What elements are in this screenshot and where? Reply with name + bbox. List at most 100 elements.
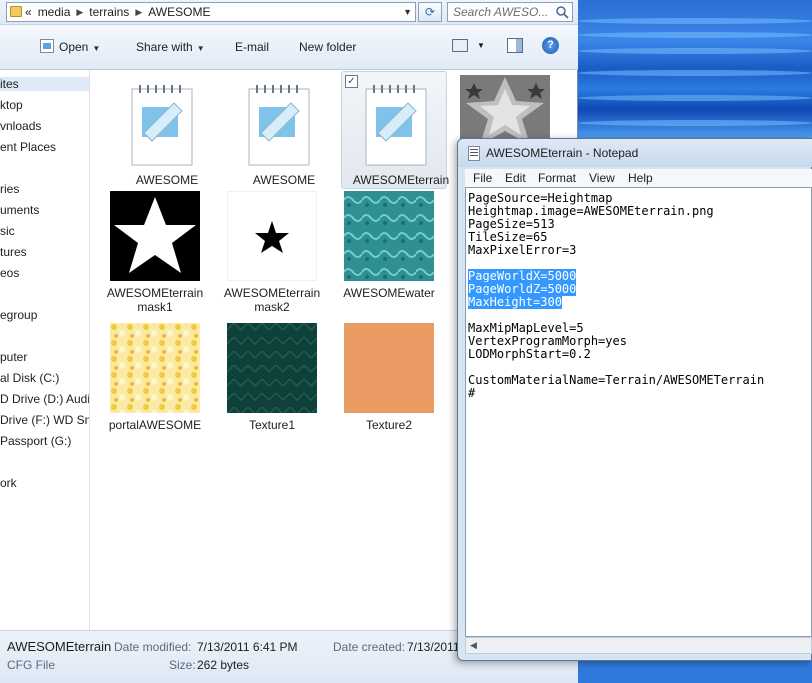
nav-item-drive-d[interactable]: D Drive (D:) Audio bbox=[0, 392, 89, 406]
nav-item-local-disk-c[interactable]: al Disk (C:) bbox=[0, 371, 59, 385]
breadcrumb-terrains[interactable]: terrains bbox=[89, 5, 129, 19]
new-folder-button[interactable]: New folder bbox=[299, 40, 356, 54]
nav-item-computer[interactable]: puter bbox=[0, 350, 27, 364]
address-box[interactable]: « media ▶ terrains ▶ AWESOME ▼ bbox=[6, 2, 416, 22]
nav-item-homegroup[interactable]: egroup bbox=[0, 308, 37, 322]
notepad-line: MaxPixelError=3 bbox=[468, 244, 764, 257]
file-label: portalAWESOME bbox=[108, 418, 202, 432]
share-with-label: Share with bbox=[136, 40, 193, 54]
address-bar: « media ▶ terrains ▶ AWESOME ▼ ⟳ Search … bbox=[0, 0, 578, 25]
file-label: Texture1 bbox=[248, 418, 296, 432]
detail-created-value: 7/13/2011 bbox=[407, 640, 460, 654]
line-text: PageSource=Heightmap bbox=[468, 191, 613, 205]
breadcrumb-back[interactable]: « bbox=[25, 5, 32, 19]
open-icon bbox=[40, 39, 54, 53]
selected-text: PageWorldX=5000 bbox=[468, 269, 577, 283]
file-label: AWESOMEterrain mask1 bbox=[106, 286, 204, 314]
chevron-down-icon: ▼ bbox=[196, 44, 205, 53]
nav-item-desktop[interactable]: ktop bbox=[0, 98, 23, 112]
notepad-line: MaxHeight=300 bbox=[468, 295, 764, 309]
preview-pane-icon[interactable] bbox=[507, 38, 523, 53]
notepad-file-icon bbox=[131, 85, 193, 166]
desktop-wave bbox=[578, 70, 812, 76]
menu-file[interactable]: File bbox=[473, 171, 492, 185]
file-label: AWESOME bbox=[135, 173, 199, 187]
chevron-down-icon[interactable]: ▼ bbox=[477, 41, 485, 50]
star-mask-thumbnail bbox=[110, 191, 200, 281]
file-label: AWESOMEterrain mask2 bbox=[223, 286, 321, 314]
line-text: Heightmap.image=AWESOMEterrain.png bbox=[468, 204, 714, 218]
star-image-thumbnail bbox=[460, 75, 550, 145]
selected-text: PageWorldZ=5000 bbox=[468, 282, 577, 296]
orange-texture-thumbnail bbox=[344, 323, 434, 413]
desktop-wave bbox=[578, 32, 812, 38]
notepad-window: AWESOMEterrain - Notepad File Edit Forma… bbox=[457, 138, 812, 661]
line-text: MaxPixelError=3 bbox=[468, 243, 577, 257]
detail-created-label: Date created: bbox=[333, 640, 406, 654]
chevron-down-icon[interactable]: ▼ bbox=[403, 7, 412, 17]
nav-item-pictures[interactable]: tures bbox=[0, 245, 27, 259]
horizontal-scrollbar[interactable]: ◀ bbox=[465, 637, 812, 654]
nav-item-libraries[interactable]: ries bbox=[0, 182, 19, 196]
search-input[interactable]: Search AWESO... bbox=[447, 2, 573, 22]
detail-modified-value: 7/13/2011 6:41 PM bbox=[197, 640, 298, 654]
chevron-left-icon[interactable]: ◀ bbox=[470, 640, 477, 651]
nav-item-favorites[interactable]: ites bbox=[0, 77, 89, 91]
search-icon bbox=[556, 6, 569, 19]
nav-item-drive-f[interactable]: Drive (F:) WD Sm bbox=[0, 413, 89, 427]
checkbox-icon[interactable]: ✓ bbox=[345, 75, 358, 88]
notepad-file-icon bbox=[248, 85, 310, 166]
share-with-button[interactable]: Share with ▼ bbox=[136, 40, 205, 54]
menu-edit[interactable]: Edit bbox=[505, 171, 526, 185]
line-text: # bbox=[468, 386, 476, 400]
nav-item-videos[interactable]: eos bbox=[0, 266, 19, 280]
menu-help[interactable]: Help bbox=[628, 171, 653, 185]
menu-view[interactable]: View bbox=[589, 171, 615, 185]
menu-format[interactable]: Format bbox=[538, 171, 576, 185]
desktop-wave bbox=[578, 18, 812, 24]
notepad-content: PageSource=Heightmap Heightmap.image=AWES… bbox=[468, 192, 764, 400]
chevron-right-icon[interactable]: ▶ bbox=[76, 7, 83, 18]
detail-modified-label: Date modified: bbox=[114, 640, 192, 654]
email-button[interactable]: E-mail bbox=[235, 40, 269, 54]
line-text: LODMorphStart=0.2 bbox=[468, 347, 591, 361]
notepad-line: # bbox=[468, 387, 764, 400]
help-icon[interactable]: ? bbox=[542, 37, 559, 54]
nav-item-documents[interactable]: uments bbox=[0, 203, 39, 217]
nav-item-passport-g[interactable]: Passport (G:) bbox=[0, 434, 71, 448]
breadcrumb-awesome[interactable]: AWESOME bbox=[148, 5, 210, 19]
star-mask-thumbnail bbox=[227, 191, 317, 281]
search-placeholder: Search AWESO... bbox=[453, 5, 549, 19]
nav-item-recent-places[interactable]: ent Places bbox=[0, 140, 56, 154]
notepad-icon bbox=[468, 146, 480, 161]
nav-item-downloads[interactable]: vnloads bbox=[0, 119, 41, 133]
notepad-titlebar[interactable]: AWESOMEterrain - Notepad bbox=[458, 139, 812, 167]
line-text: CustomMaterialName=Terrain/AWESOMETerrai… bbox=[468, 373, 765, 387]
nav-item-network[interactable]: ork bbox=[0, 476, 17, 490]
notepad-line: LODMorphStart=0.2 bbox=[468, 348, 764, 361]
dark-green-texture-thumbnail bbox=[227, 323, 317, 413]
detail-filename: AWESOMEterrain bbox=[7, 639, 112, 654]
file-label: Texture2 bbox=[365, 418, 413, 432]
open-label: Open bbox=[59, 40, 89, 54]
views-icon[interactable] bbox=[452, 39, 468, 52]
open-button[interactable]: Open ▼ bbox=[59, 40, 100, 54]
notepad-menubar: File Edit Format View Help bbox=[465, 169, 812, 187]
notepad-text-area[interactable]: PageSource=Heightmap Heightmap.image=AWES… bbox=[465, 187, 812, 637]
refresh-button[interactable]: ⟳ bbox=[418, 2, 442, 22]
folder-icon bbox=[10, 6, 22, 17]
nav-item-music[interactable]: sic bbox=[0, 224, 15, 238]
water-texture-thumbnail bbox=[344, 191, 434, 281]
notepad-line: CustomMaterialName=Terrain/AWESOMETerrai… bbox=[468, 374, 764, 387]
line-text: TileSize=65 bbox=[468, 230, 548, 244]
detail-size-label: Size: bbox=[169, 658, 196, 672]
portal-texture-thumbnail bbox=[110, 323, 200, 413]
line-text: MaxMipMapLevel=5 bbox=[468, 321, 584, 335]
navigation-pane: ites ktop vnloads ent Places ries uments… bbox=[0, 70, 90, 630]
breadcrumb-media[interactable]: media bbox=[38, 5, 71, 19]
command-bar: Open ▼ Share with ▼ E-mail New folder ▼ ? bbox=[0, 25, 578, 70]
chevron-right-icon[interactable]: ▶ bbox=[135, 7, 142, 18]
selected-text: MaxHeight=300 bbox=[468, 295, 562, 309]
desktop-wave bbox=[578, 95, 812, 101]
line-text: VertexProgramMorph=yes bbox=[468, 334, 627, 348]
